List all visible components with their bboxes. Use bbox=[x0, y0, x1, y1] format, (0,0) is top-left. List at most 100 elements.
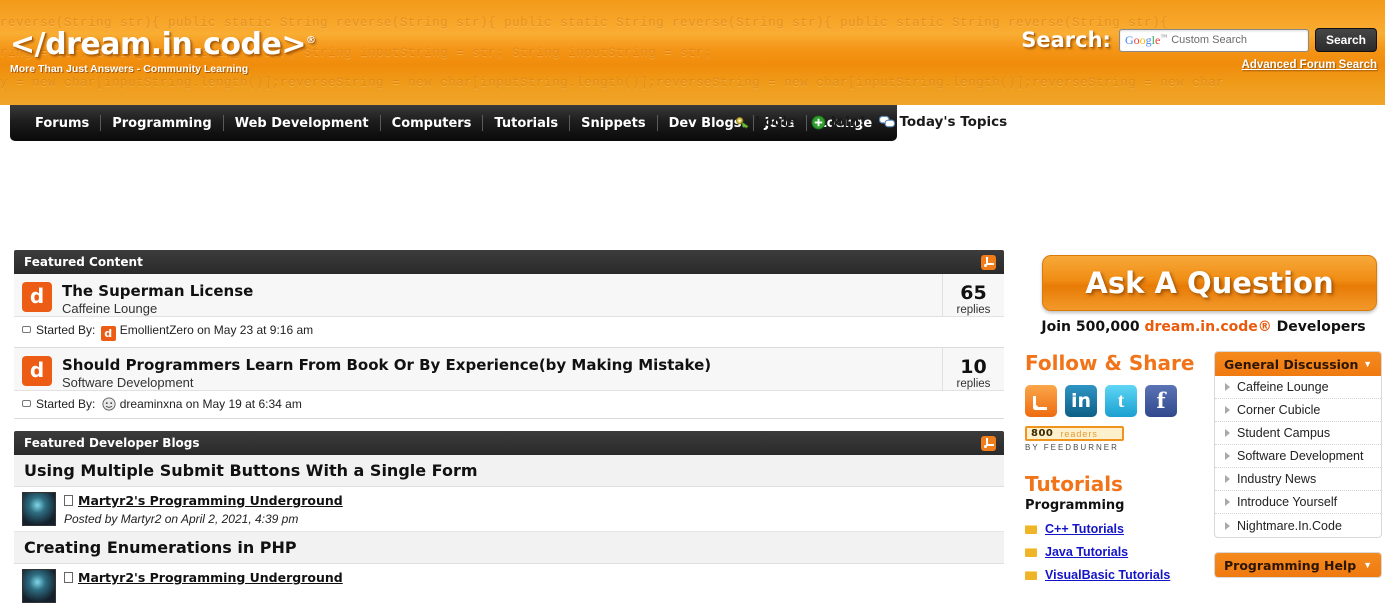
chevron-right-icon bbox=[1225, 429, 1230, 437]
feedburner-attribution: BY FEEDBURNER bbox=[1025, 443, 1119, 452]
site-logo[interactable]: </dream.in.code>® More Than Just Answers… bbox=[10, 27, 316, 75]
category-item-industry-news[interactable]: Industry News bbox=[1215, 468, 1381, 491]
logo-tagline: More Than Just Answers - Community Learn… bbox=[10, 63, 249, 75]
search-label: Search: bbox=[1021, 28, 1111, 52]
thread-summary: d Should Programmers Learn From Book Or … bbox=[14, 348, 1004, 391]
blog-name-link[interactable]: Martyr2's Programming Underground bbox=[78, 493, 343, 508]
blog-post-meta: Martyr2's Programming Underground bbox=[14, 564, 1004, 605]
tutorials-subheading: Programming bbox=[1025, 498, 1125, 513]
category-header-general-discussion[interactable]: General Discussion ▼ bbox=[1215, 352, 1381, 376]
ask-a-question-button[interactable]: Ask A Question bbox=[1042, 255, 1377, 311]
advertisement-placeholder bbox=[0, 145, 1385, 250]
rss-icon[interactable] bbox=[1025, 385, 1057, 417]
join-label: Join! bbox=[830, 114, 866, 130]
rss-icon[interactable] bbox=[981, 435, 996, 451]
thread-author[interactable]: EmollientZero bbox=[120, 323, 194, 337]
search-row: Search: Google™ Custom Search Search bbox=[1021, 28, 1377, 52]
feedburner-count: 800 bbox=[1031, 428, 1054, 439]
category-item-introduce-yourself[interactable]: Introduce Yourself bbox=[1215, 491, 1381, 514]
page-icon bbox=[64, 572, 73, 583]
tutorial-link-java[interactable]: Java Tutorials bbox=[1025, 545, 1214, 559]
chevron-down-icon: ▼ bbox=[1363, 359, 1372, 369]
login-link[interactable]: Login bbox=[735, 114, 797, 130]
thread-started-by: Started By: dreaminxna on May 19 at 6:34… bbox=[14, 391, 1004, 419]
blog-entry: Creating Enumerations in PHP Martyr2's P… bbox=[14, 532, 1004, 605]
thread-main: d Should Programmers Learn From Book Or … bbox=[14, 348, 942, 390]
advanced-forum-search-link[interactable]: Advanced Forum Search bbox=[1242, 59, 1377, 71]
thread-title[interactable]: The Superman License bbox=[62, 282, 253, 300]
twitter-icon[interactable]: t bbox=[1105, 385, 1137, 417]
thread-date: on May 23 at 9:16 am bbox=[197, 323, 314, 337]
thread-forum[interactable]: Software Development bbox=[62, 375, 711, 390]
follow-share-heading: Follow & Share bbox=[1025, 351, 1195, 375]
category-item-caffeine-lounge[interactable]: Caffeine Lounge bbox=[1215, 376, 1381, 399]
featured-blogs-header: Featured Developer Blogs bbox=[14, 431, 1004, 455]
facebook-icon[interactable]: f bbox=[1145, 385, 1177, 417]
nav-item-tutorials[interactable]: Tutorials bbox=[483, 116, 569, 131]
nav-item-programming[interactable]: Programming bbox=[101, 116, 222, 131]
blog-entry: Using Multiple Submit Buttons With a Sin… bbox=[14, 455, 1004, 532]
blog-name-link[interactable]: Martyr2's Programming Underground bbox=[78, 570, 343, 585]
category-title: Programming Help bbox=[1224, 557, 1357, 573]
nav-item-computers[interactable]: Computers bbox=[381, 116, 483, 131]
nav-item-web-development[interactable]: Web Development bbox=[224, 116, 380, 131]
ask-a-question-label: Ask A Question bbox=[1085, 266, 1334, 300]
chevron-right-icon bbox=[1225, 406, 1230, 414]
avatar bbox=[22, 492, 56, 526]
featured-content-header: Featured Content bbox=[14, 250, 1004, 274]
page-icon bbox=[64, 495, 73, 506]
join-suffix: Developers bbox=[1276, 319, 1366, 335]
folder-icon bbox=[1025, 547, 1037, 557]
join-developers-line: Join 500,000 dream.in.code® Developers bbox=[1022, 319, 1385, 335]
feedburner-readers-label: readers bbox=[1060, 428, 1098, 439]
plus-circle-icon bbox=[811, 114, 826, 130]
login-label: Login bbox=[755, 114, 797, 130]
category-item-nightmare-in-code[interactable]: Nightmare.In.Code bbox=[1215, 514, 1381, 537]
thread-reply-count: 10 replies bbox=[942, 348, 1004, 390]
todays-topics-label: Today's Topics bbox=[899, 114, 1008, 130]
tutorial-link-cpp[interactable]: C++ Tutorials bbox=[1025, 522, 1214, 536]
thread-date: on May 19 at 6:34 am bbox=[185, 397, 302, 411]
blog-post-title[interactable]: Creating Enumerations in PHP bbox=[14, 532, 1004, 564]
tutorial-label: C++ Tutorials bbox=[1045, 522, 1124, 536]
site-header-banner: reverse(String str){ public static Strin… bbox=[0, 0, 1385, 105]
category-item-software-development[interactable]: Software Development bbox=[1215, 445, 1381, 468]
category-item-student-campus[interactable]: Student Campus bbox=[1215, 422, 1381, 445]
registered-mark: ® bbox=[306, 35, 316, 46]
tutorial-link-visualbasic[interactable]: VisualBasic Tutorials bbox=[1025, 568, 1214, 582]
chevron-down-icon: ▼ bbox=[1363, 560, 1372, 570]
thread-row: d The Superman License Caffeine Lounge 6… bbox=[14, 274, 1004, 348]
chevron-right-icon bbox=[1225, 383, 1230, 391]
join-brand: dream.in.code® bbox=[1144, 319, 1272, 335]
speech-bubbles-icon bbox=[879, 115, 896, 130]
tutorial-label: Java Tutorials bbox=[1045, 545, 1129, 559]
featured-blogs-title: Featured Developer Blogs bbox=[24, 436, 200, 450]
feedburner-badge[interactable]: 800 readers BY FEEDBURNER bbox=[1025, 426, 1124, 452]
search-input[interactable]: Google™ Custom Search bbox=[1118, 28, 1309, 52]
blog-post-title[interactable]: Using Multiple Submit Buttons With a Sin… bbox=[14, 455, 1004, 487]
category-title: General Discussion bbox=[1224, 356, 1359, 372]
nav-item-snippets[interactable]: Snippets bbox=[570, 116, 656, 131]
comment-bubble-icon bbox=[22, 400, 31, 407]
nav-item-forums[interactable]: Forums bbox=[24, 116, 100, 131]
thread-forum[interactable]: Caffeine Lounge bbox=[62, 301, 253, 316]
search-button[interactable]: Search bbox=[1314, 28, 1377, 52]
started-by-prefix: Started By: bbox=[36, 397, 96, 411]
thread-title[interactable]: Should Programmers Learn From Book Or By… bbox=[62, 356, 711, 374]
linkedin-icon[interactable]: in bbox=[1065, 385, 1097, 417]
thread-author[interactable]: dreaminxna bbox=[120, 397, 183, 411]
chevron-right-icon bbox=[1225, 521, 1230, 530]
todays-topics-link[interactable]: Today's Topics bbox=[879, 114, 1007, 130]
folder-icon bbox=[1025, 524, 1037, 534]
rss-icon[interactable] bbox=[981, 254, 996, 270]
google-logo: Google™ bbox=[1124, 32, 1168, 47]
category-item-corner-cubicle[interactable]: Corner Cubicle bbox=[1215, 399, 1381, 422]
category-header-programming-help[interactable]: Programming Help ▼ bbox=[1215, 553, 1381, 577]
tutorial-label: VisualBasic Tutorials bbox=[1045, 568, 1171, 582]
blog-post-meta: Martyr2's Programming Underground Posted… bbox=[14, 487, 1004, 532]
dic-badge-icon: d bbox=[22, 282, 52, 312]
thread-row: d Should Programmers Learn From Book Or … bbox=[14, 348, 1004, 419]
tutorials-heading: Tutorials bbox=[1025, 472, 1123, 496]
reply-count-number: 65 bbox=[960, 282, 987, 304]
join-link[interactable]: Join! bbox=[811, 114, 866, 130]
